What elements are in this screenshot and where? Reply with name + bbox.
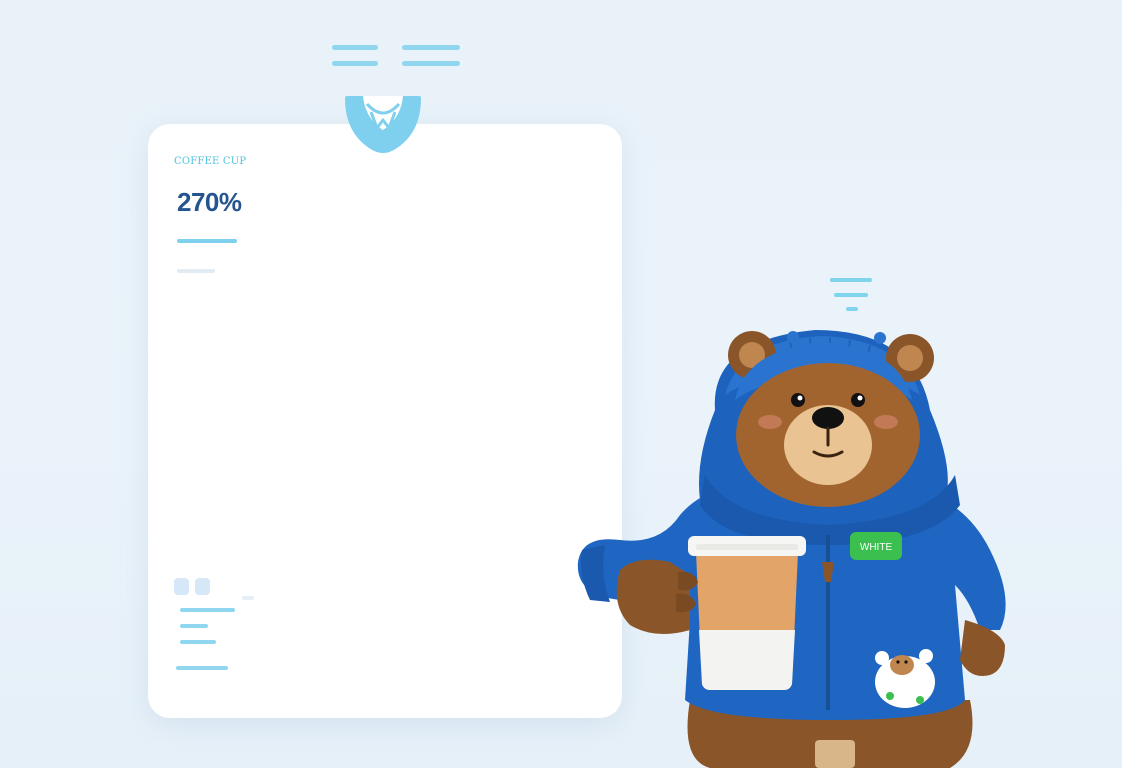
badge-text: WHITE [860, 542, 893, 553]
card-line [176, 666, 228, 670]
card-line [180, 624, 208, 628]
card-value: 270% [177, 187, 242, 217]
card-line [180, 608, 235, 612]
card-chip [195, 578, 210, 595]
bear-mascot: WHITE [560, 300, 1060, 768]
stat-card: COFFEE CUP 270% [148, 124, 622, 718]
card-label: COFFEE CUP [174, 156, 247, 167]
card-dot [242, 596, 254, 600]
coffee-cup-icon [688, 536, 806, 690]
coffee-clip-icon [341, 92, 425, 160]
card-line [180, 640, 216, 644]
bear-patch-icon [875, 649, 935, 708]
card-subline [177, 269, 215, 273]
top-decorative-lines [330, 43, 465, 71]
card-underline [177, 239, 237, 243]
name-badge: WHITE [850, 532, 902, 560]
card-chip [174, 578, 189, 595]
